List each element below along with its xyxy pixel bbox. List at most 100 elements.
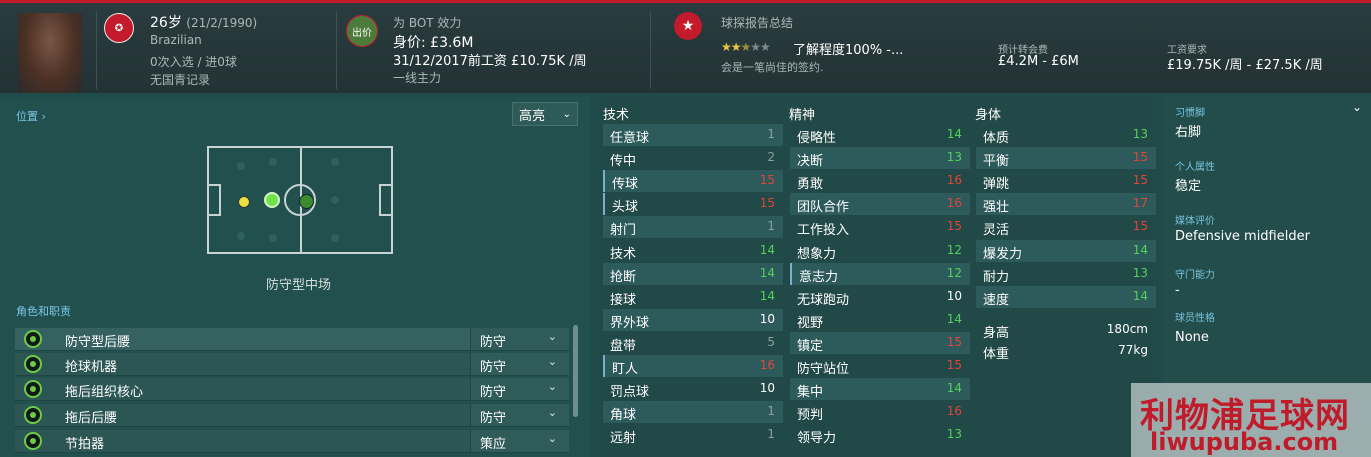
attribute-row[interactable]: 想象力 12 [790, 240, 970, 262]
attribute-value: 15 [946, 358, 962, 372]
attribute-value: 13 [946, 150, 962, 165]
attribute-value: 1 [767, 404, 775, 419]
attribute-row[interactable]: 防守站位 15 [790, 355, 970, 377]
playing-style-label: 球员性格 [1175, 313, 1215, 324]
attribute-row[interactable]: 强壮 17 [976, 193, 1156, 216]
attribute-value: 14 [946, 127, 962, 141]
attribute-row[interactable]: 接球 14 [603, 286, 783, 308]
contract-info: 31/12/2017前工资 £10.75K /周 [393, 54, 587, 69]
position-link[interactable]: 位置 › [16, 108, 46, 124]
attribute-row[interactable]: 灵活 15 [976, 216, 1156, 238]
attribute-name: 罚点球 [610, 385, 650, 401]
attribute-value: 10 [946, 288, 962, 303]
attribute-value: 13 [1132, 127, 1148, 141]
attribute-value: 77kg [1118, 342, 1148, 357]
mental-header: 精神 [789, 108, 816, 123]
club-name[interactable]: 为 BOT 效力 [393, 14, 461, 31]
chevron-down-icon[interactable]: ⌄ [1352, 100, 1362, 114]
attribute-name: 速度 [983, 292, 1010, 308]
attribute-name: 体质 [983, 131, 1010, 146]
attribute-value: 12 [946, 242, 962, 257]
attribute-row[interactable]: 任意球 1 [603, 124, 783, 146]
attribute-row[interactable]: 集中 14 [790, 378, 970, 401]
attribute-name: 平衡 [983, 154, 1010, 170]
duty-dropdown[interactable]: 防守 ⌄ [470, 378, 569, 400]
player-avatar [18, 13, 82, 93]
attribute-name: 灵活 [983, 223, 1010, 239]
attribute-row[interactable]: 无球跑动 10 [790, 286, 970, 308]
attribute-value: 14 [1132, 242, 1148, 257]
attribute-name: 技术 [610, 246, 637, 262]
attribute-row[interactable]: 头球 15 [603, 193, 783, 216]
attribute-value: 10 [759, 311, 775, 326]
role-suitability-icon [24, 380, 42, 398]
attribute-row[interactable]: 意志力 12 [790, 262, 970, 285]
attribute-row[interactable]: 体重 77kg [976, 340, 1156, 362]
role-row[interactable]: 拖后后腰 防守 ⌄ [15, 404, 569, 427]
attribute-row[interactable]: 角球 1 [603, 401, 783, 424]
role-row[interactable]: 防守型后腰 防守 ⌄ [15, 328, 569, 351]
attribute-name: 团队合作 [797, 200, 850, 216]
attribute-value: 13 [1132, 265, 1148, 280]
attribute-row[interactable]: 传球 15 [603, 170, 783, 193]
attribute-row[interactable]: 工作投入 15 [790, 216, 970, 238]
attribute-value: 1 [767, 219, 775, 234]
attribute-name: 盯人 [612, 362, 639, 377]
attribute-row[interactable]: 领导力 13 [790, 424, 970, 446]
attribute-value: 15 [759, 196, 775, 211]
attribute-row[interactable]: 远射 1 [603, 424, 783, 446]
attribute-row[interactable]: 预判 16 [790, 401, 970, 423]
attribute-row[interactable]: 爆发力 14 [976, 239, 1156, 262]
attribute-value: 1 [767, 127, 775, 141]
attribute-name: 任意球 [610, 131, 650, 146]
role-name: 拖后组织核心 [65, 385, 144, 400]
attribute-row[interactable]: 射门 1 [603, 216, 783, 239]
bid-badge[interactable]: 出价 [346, 15, 378, 47]
duty-dropdown[interactable]: 防守 ⌄ [470, 404, 569, 426]
attribute-name: 传球 [612, 177, 639, 193]
attribute-row[interactable]: 体质 13 [976, 124, 1156, 146]
attribute-row[interactable]: 平衡 15 [976, 147, 1156, 170]
role-suitability-icon [24, 330, 42, 348]
attribute-row[interactable]: 盯人 16 [603, 355, 783, 377]
attribute-row[interactable]: 弹跳 15 [976, 170, 1156, 192]
attribute-row[interactable]: 界外球 10 [603, 308, 783, 331]
attribute-name: 集中 [797, 385, 824, 401]
squad-status: 一线主力 [393, 71, 442, 85]
attribute-row[interactable]: 身高 180cm [976, 319, 1156, 341]
role-suitability-icon [24, 355, 42, 373]
position-dot-natural [264, 192, 280, 208]
attribute-row[interactable]: 决断 13 [790, 147, 970, 170]
attribute-value: 15 [1132, 219, 1148, 234]
scout-report-title[interactable]: 球探报告总结 [721, 14, 793, 31]
role-name: 防守型后腰 [65, 335, 131, 350]
role-row[interactable]: 节拍器 策应 ⌄ [15, 430, 569, 453]
nation-flag-icon[interactable]: ✪ [104, 13, 134, 43]
attribute-row[interactable]: 罚点球 10 [603, 378, 783, 400]
attribute-row[interactable]: 团队合作 16 [790, 193, 970, 216]
attribute-row[interactable]: 速度 14 [976, 285, 1156, 308]
attribute-name: 强壮 [983, 200, 1010, 216]
attribute-row[interactable]: 抢断 14 [603, 262, 783, 285]
attribute-row[interactable]: 镇定 15 [790, 331, 970, 354]
attribute-row[interactable]: 耐力 13 [976, 263, 1156, 285]
role-row[interactable]: 拖后组织核心 防守 ⌄ [15, 378, 569, 401]
highlight-dropdown[interactable]: 高亮 ⌄ [512, 102, 578, 126]
duty-dropdown[interactable]: 防守 ⌄ [470, 353, 569, 375]
attribute-row[interactable]: 勇敢 16 [790, 170, 970, 192]
star-report-icon[interactable]: ★ [674, 12, 702, 40]
physical-header: 身体 [975, 108, 1002, 123]
attribute-value: 14 [759, 242, 775, 257]
duty-dropdown[interactable]: 策应 ⌄ [470, 430, 569, 452]
roles-scrollbar[interactable] [573, 325, 578, 417]
attribute-row[interactable]: 盘带 5 [603, 332, 783, 354]
attribute-row[interactable]: 技术 14 [603, 240, 783, 262]
attribute-row[interactable]: 传中 2 [603, 147, 783, 169]
attribute-row[interactable]: 侵略性 14 [790, 124, 970, 146]
role-row[interactable]: 抢球机器 防守 ⌄ [15, 353, 569, 376]
attribute-value: 180cm [1106, 321, 1148, 336]
duty-dropdown[interactable]: 防守 ⌄ [470, 328, 569, 350]
attribute-row[interactable]: 视野 14 [790, 309, 970, 331]
personality-value: 稳定 [1175, 179, 1202, 194]
attribute-value: 1 [767, 427, 775, 442]
